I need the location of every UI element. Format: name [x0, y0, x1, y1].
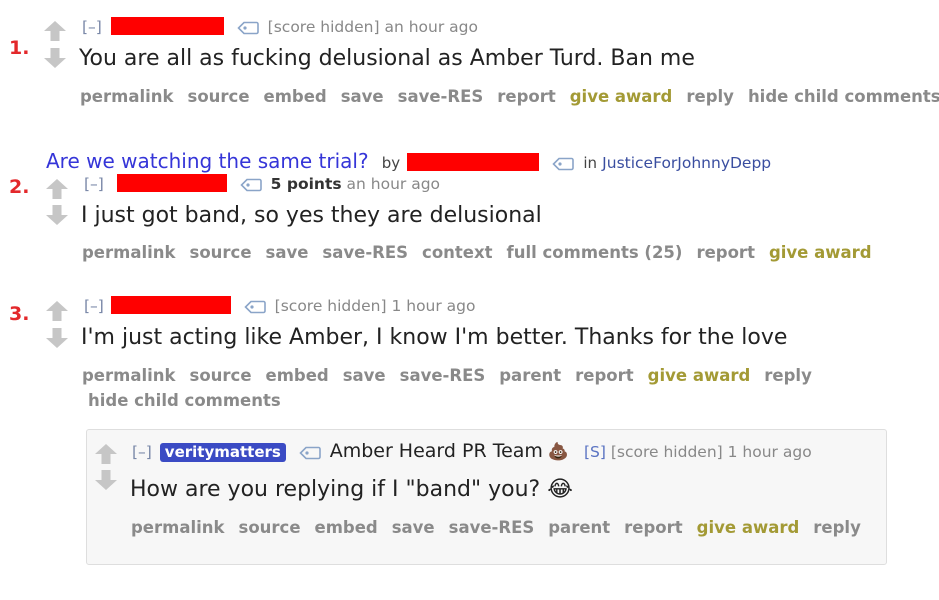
- upvote-arrow-icon[interactable]: [45, 178, 69, 200]
- save-res-link[interactable]: save-RES: [322, 243, 408, 262]
- hide-child-comments-link[interactable]: hide child comments: [748, 87, 939, 106]
- tag-icon[interactable]: [240, 178, 262, 192]
- save-res-link[interactable]: save-RES: [400, 366, 486, 385]
- score-label: [score hidden]: [610, 443, 723, 461]
- downvote-arrow-icon[interactable]: [43, 47, 67, 69]
- collapse-toggle[interactable]: [–]: [132, 443, 152, 461]
- permalink-link[interactable]: permalink: [80, 87, 174, 106]
- source-link[interactable]: source: [190, 366, 252, 385]
- embed-link[interactable]: embed: [266, 366, 329, 385]
- comment-number: 3.: [9, 303, 30, 325]
- embed-link[interactable]: embed: [264, 87, 327, 106]
- save-res-link[interactable]: save-RES: [398, 87, 484, 106]
- reply-meta: [–] veritymatters Amber Heard PR Team 💩 …: [132, 440, 812, 462]
- report-link[interactable]: report: [696, 243, 755, 262]
- give-award-link[interactable]: give award: [648, 366, 751, 385]
- collapse-toggle[interactable]: [–]: [84, 175, 104, 193]
- reply-body: How are you replying if I "band" you? 😂: [130, 477, 573, 502]
- context-link[interactable]: context: [422, 243, 492, 262]
- timestamp: an hour ago: [384, 18, 478, 36]
- give-award-link[interactable]: give award: [570, 87, 673, 106]
- timestamp: an hour ago: [346, 175, 441, 193]
- tag-icon[interactable]: [299, 446, 321, 460]
- source-link[interactable]: source: [239, 518, 301, 537]
- save-link[interactable]: save: [341, 87, 384, 106]
- comment-meta: [–] 5 points an hour ago: [84, 174, 440, 193]
- points-label: 5 points: [270, 175, 342, 193]
- report-link[interactable]: report: [624, 518, 683, 537]
- source-link[interactable]: source: [190, 243, 252, 262]
- embed-link[interactable]: embed: [315, 518, 378, 537]
- reply-text: How are you replying if I "band" you?: [130, 477, 541, 502]
- in-label: in: [583, 154, 598, 172]
- downvote-arrow-icon[interactable]: [45, 327, 69, 349]
- username-badge[interactable]: veritymatters: [159, 443, 286, 462]
- reply-link[interactable]: reply: [764, 366, 812, 385]
- reply-link[interactable]: reply: [686, 87, 734, 106]
- redacted-username: [116, 174, 227, 192]
- post-context: Are we watching the same trial? by in Ju…: [46, 149, 771, 173]
- comment-actions: permalink source embed save save-RES parent re…: [82, 366, 826, 385]
- hide-child-comments-link[interactable]: hide child comments: [88, 391, 281, 410]
- permalink-link[interactable]: permalink: [131, 518, 225, 537]
- save-link[interactable]: save: [343, 366, 386, 385]
- source-link[interactable]: source: [188, 87, 250, 106]
- timestamp: 1 hour ago: [391, 297, 476, 315]
- downvote-arrow-icon[interactable]: [94, 469, 118, 491]
- subreddit-link[interactable]: JusticeForJohnnyDepp: [602, 154, 771, 172]
- give-award-link[interactable]: give award: [697, 518, 800, 537]
- collapse-toggle[interactable]: [–]: [82, 18, 102, 36]
- save-link[interactable]: save: [266, 243, 309, 262]
- redacted-username: [407, 153, 540, 171]
- parent-link[interactable]: parent: [499, 366, 561, 385]
- post-title-link[interactable]: Are we watching the same trial?: [46, 149, 369, 173]
- flair-emoji-icon: 💩: [547, 442, 570, 462]
- give-award-link[interactable]: give award: [769, 243, 872, 262]
- report-link[interactable]: report: [497, 87, 556, 106]
- user-flair: Amber Heard PR Team: [329, 440, 543, 462]
- submitter-tag[interactable]: [S]: [584, 443, 606, 461]
- comment-actions-line2: hide child comments: [88, 391, 295, 410]
- tag-icon[interactable]: [244, 300, 266, 314]
- comment-body: I just got band, so yes they are delusio…: [81, 203, 542, 228]
- timestamp: 1 hour ago: [727, 443, 812, 461]
- comment-actions: permalink source embed save save-RES report gi…: [80, 87, 939, 106]
- upvote-arrow-icon[interactable]: [94, 443, 118, 465]
- score-label: [score hidden]: [267, 18, 380, 36]
- score-label: [score hidden]: [274, 297, 387, 315]
- permalink-link[interactable]: permalink: [82, 366, 176, 385]
- tag-icon[interactable]: [552, 157, 574, 171]
- comment-meta: [–] [score hidden] an hour ago: [82, 17, 478, 36]
- upvote-arrow-icon[interactable]: [45, 300, 69, 322]
- downvote-arrow-icon[interactable]: [45, 204, 69, 226]
- save-res-link[interactable]: save-RES: [449, 518, 535, 537]
- report-link[interactable]: report: [575, 366, 634, 385]
- comment-meta: [–] [score hidden] 1 hour ago: [84, 296, 476, 315]
- comment-body: You are all as fucking delusional as Amb…: [79, 46, 695, 71]
- reply-link[interactable]: reply: [813, 518, 861, 537]
- comment-number: 1.: [9, 37, 30, 59]
- parent-link[interactable]: parent: [548, 518, 610, 537]
- redacted-username: [110, 296, 231, 314]
- upvote-arrow-icon[interactable]: [43, 20, 67, 42]
- tag-icon[interactable]: [237, 21, 259, 35]
- laughing-emoji-icon: 😂: [547, 477, 573, 502]
- by-label: by: [381, 154, 401, 172]
- comment-body: I'm just acting like Amber, I know I'm b…: [81, 325, 788, 350]
- comment-actions: permalink source save save-RES context full c…: [82, 243, 886, 262]
- comment-number: 2.: [9, 176, 30, 198]
- permalink-link[interactable]: permalink: [82, 243, 176, 262]
- save-link[interactable]: save: [392, 518, 435, 537]
- redacted-username: [110, 17, 224, 35]
- collapse-toggle[interactable]: [–]: [84, 297, 104, 315]
- reply-actions: permalink source embed save save-RES parent re…: [131, 518, 875, 537]
- full-comments-link[interactable]: full comments (25): [507, 243, 683, 262]
